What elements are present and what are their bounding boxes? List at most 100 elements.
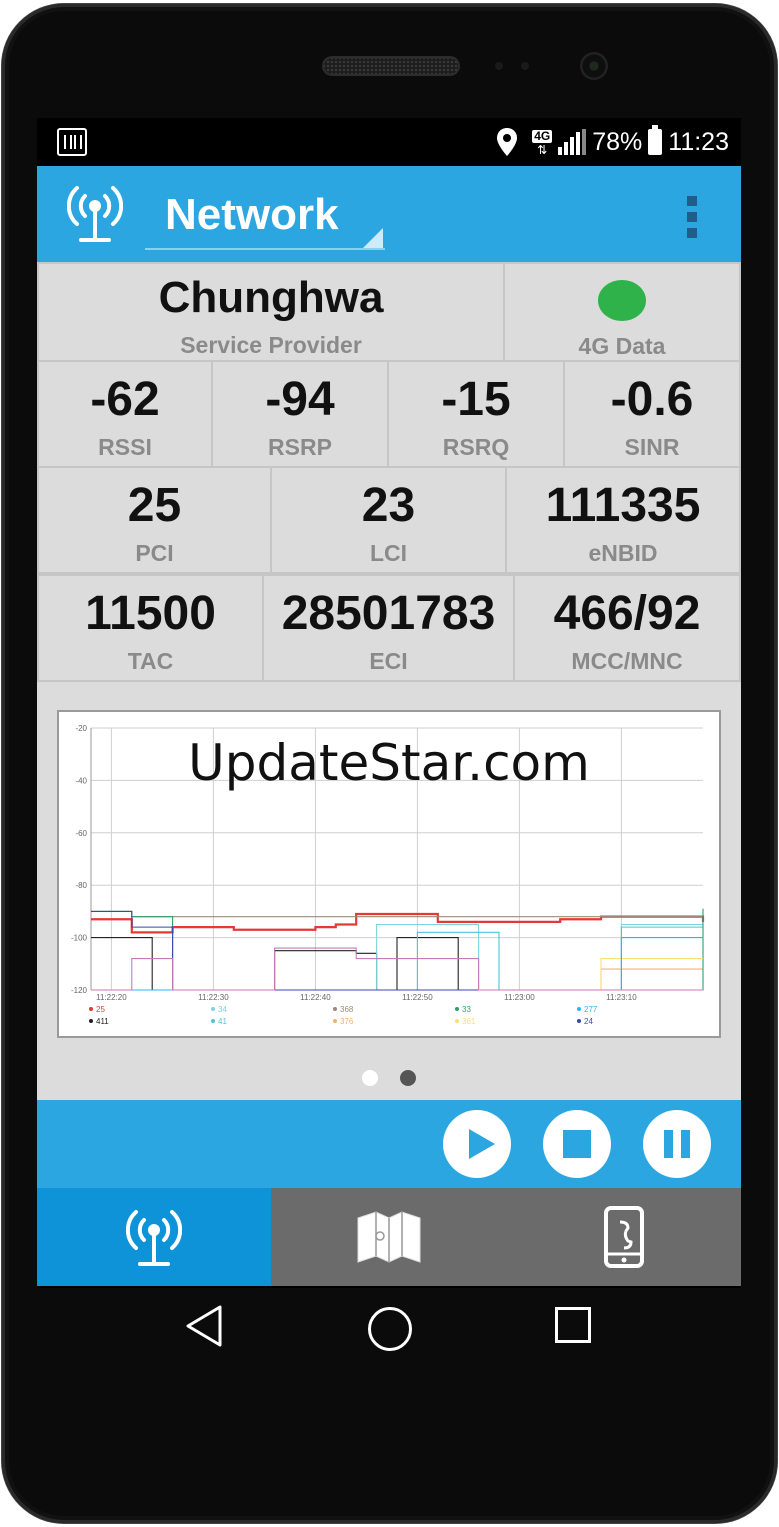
- metric-value: -0.6: [610, 373, 694, 426]
- signal-strength-icon: [558, 129, 587, 155]
- y-tick-label: -100: [71, 934, 88, 943]
- metric-label: RSRP: [268, 434, 332, 460]
- back-triangle-icon[interactable]: [184, 1304, 224, 1348]
- network-info-panel: Chunghwa Service Provider 4G Data -62 RS…: [37, 262, 741, 1100]
- x-tick-label: 11:22:30: [198, 993, 229, 1002]
- metric-value: 25: [127, 479, 182, 532]
- y-tick-label: -20: [75, 724, 87, 733]
- tab-network[interactable]: [37, 1188, 271, 1286]
- metric-label: eNBID: [588, 540, 658, 566]
- x-tick-label: 11:22:40: [300, 993, 331, 1002]
- light-sensor: [521, 62, 529, 70]
- play-button[interactable]: [443, 1110, 511, 1178]
- stop-button[interactable]: [543, 1110, 611, 1178]
- metric-value: 111335: [545, 479, 701, 532]
- legend-label: 411: [96, 1017, 109, 1026]
- legend-swatch: [211, 1007, 215, 1011]
- x-tick-label: 11:23:10: [606, 993, 637, 1002]
- metric-lci: 23 LCI: [272, 466, 507, 574]
- metric-label: ECI: [369, 648, 408, 674]
- legend-label: 25: [96, 1005, 105, 1014]
- legend-label: 361: [462, 1017, 476, 1026]
- signal-metrics-row: -62 RSSI -94 RSRP -15 RSRQ -0.6 SINR: [37, 360, 741, 468]
- metric-rsrp: -94 RSRP: [213, 360, 389, 468]
- title-underline: [145, 248, 385, 250]
- recording-controls: [37, 1100, 741, 1188]
- battery-icon: [648, 125, 663, 155]
- sim-manager-icon: [57, 128, 87, 156]
- metric-label: RSSI: [98, 434, 152, 460]
- metric-rsrq: -15 RSRQ: [389, 360, 565, 468]
- legend-label: 33: [462, 1005, 471, 1014]
- data-status-label: 4G Data: [578, 333, 666, 359]
- metric-value: 23: [361, 479, 416, 532]
- metric-pci: 25 PCI: [37, 466, 272, 574]
- legend-swatch: [333, 1007, 337, 1011]
- page-dot[interactable]: [362, 1070, 378, 1086]
- watermark-text: UpdateStar.com: [188, 734, 590, 792]
- antenna-tower-icon[interactable]: [67, 182, 123, 244]
- legend-label: 376: [340, 1017, 354, 1026]
- legend-label: 41: [218, 1017, 227, 1026]
- metric-value: -94: [265, 373, 335, 426]
- status-bar: 4G ⇅ 78% 11:23: [37, 118, 741, 166]
- battery-percent: 78%: [592, 127, 643, 156]
- metric-label: LCI: [369, 540, 408, 566]
- metric-label: PCI: [135, 540, 174, 566]
- legend-swatch: [455, 1007, 459, 1011]
- bottom-navigation: [37, 1188, 741, 1286]
- series-line-411: [91, 937, 703, 991]
- legend-label: 24: [584, 1017, 593, 1026]
- legend-label: 368: [340, 1005, 354, 1014]
- metric-enbid: 111335 eNBID: [507, 466, 741, 574]
- metric-label: RSRQ: [442, 434, 510, 460]
- legend-label: 277: [584, 1005, 598, 1014]
- provider-value: Chunghwa: [158, 273, 384, 322]
- tab-phone[interactable]: [506, 1188, 741, 1286]
- recents-square-icon[interactable]: [555, 1307, 591, 1343]
- legend-swatch: [455, 1019, 459, 1023]
- legend-swatch: [89, 1007, 93, 1011]
- y-tick-label: -80: [75, 881, 87, 890]
- legend-label: 34: [218, 1005, 227, 1014]
- signal-history-chart[interactable]: -20 -40 -60 -80 -100 -120 11:22:20 11:22:30 11:2…: [57, 710, 721, 1038]
- connection-status-dot: [598, 280, 646, 321]
- data-arrows-icon: ⇅: [537, 142, 548, 157]
- earpiece-speaker: [322, 56, 460, 76]
- x-tick-label: 11:23:00: [504, 993, 535, 1002]
- metric-eci: 28501783 ECI: [264, 574, 515, 682]
- page-dot-active[interactable]: [400, 1070, 416, 1086]
- legend-swatch: [333, 1019, 337, 1023]
- metric-tac: 11500 TAC: [37, 574, 264, 682]
- x-tick-label: 11:22:20: [96, 993, 127, 1002]
- app-screen: 4G ⇅ 78% 11:23 Network Chunghwa Service …: [37, 118, 741, 1288]
- home-circle-icon[interactable]: [368, 1307, 412, 1351]
- metric-label: SINR: [624, 434, 680, 460]
- y-tick-label: -60: [75, 829, 87, 838]
- screen-title-dropdown[interactable]: Network: [165, 190, 339, 240]
- metric-value: 466/92: [553, 587, 701, 640]
- lte-data-icon: 4G ⇅: [532, 128, 553, 157]
- metric-value: -62: [90, 373, 160, 426]
- pause-button[interactable]: [643, 1110, 711, 1178]
- map-icon: [357, 1211, 420, 1263]
- front-camera: [580, 52, 608, 80]
- overflow-menu-icon[interactable]: [687, 196, 697, 238]
- metric-value: 28501783: [281, 587, 496, 640]
- antenna-tower-icon: [126, 1210, 182, 1266]
- page-indicator: [37, 1070, 741, 1086]
- status-indicators: 4G ⇅ 78% 11:23: [496, 125, 729, 158]
- proximity-sensor: [495, 62, 503, 70]
- cell-ids-row: 25 PCI 23 LCI 111335 eNBID: [37, 466, 741, 574]
- network-ids-row: 11500 TAC 28501783 ECI 466/92 MCC/MNC: [37, 574, 741, 682]
- tab-map[interactable]: [271, 1188, 506, 1286]
- network-type-badge: 4G: [532, 128, 553, 143]
- phone-icon: [603, 1206, 644, 1268]
- metric-value: 11500: [85, 587, 216, 640]
- provider-cell: Chunghwa Service Provider: [37, 262, 505, 362]
- app-bar: Network: [37, 166, 741, 262]
- metric-sinr: -0.6 SINR: [565, 360, 741, 468]
- legend-swatch: [211, 1019, 215, 1023]
- metric-value: -15: [441, 373, 511, 426]
- provider-row: Chunghwa Service Provider 4G Data: [37, 262, 741, 362]
